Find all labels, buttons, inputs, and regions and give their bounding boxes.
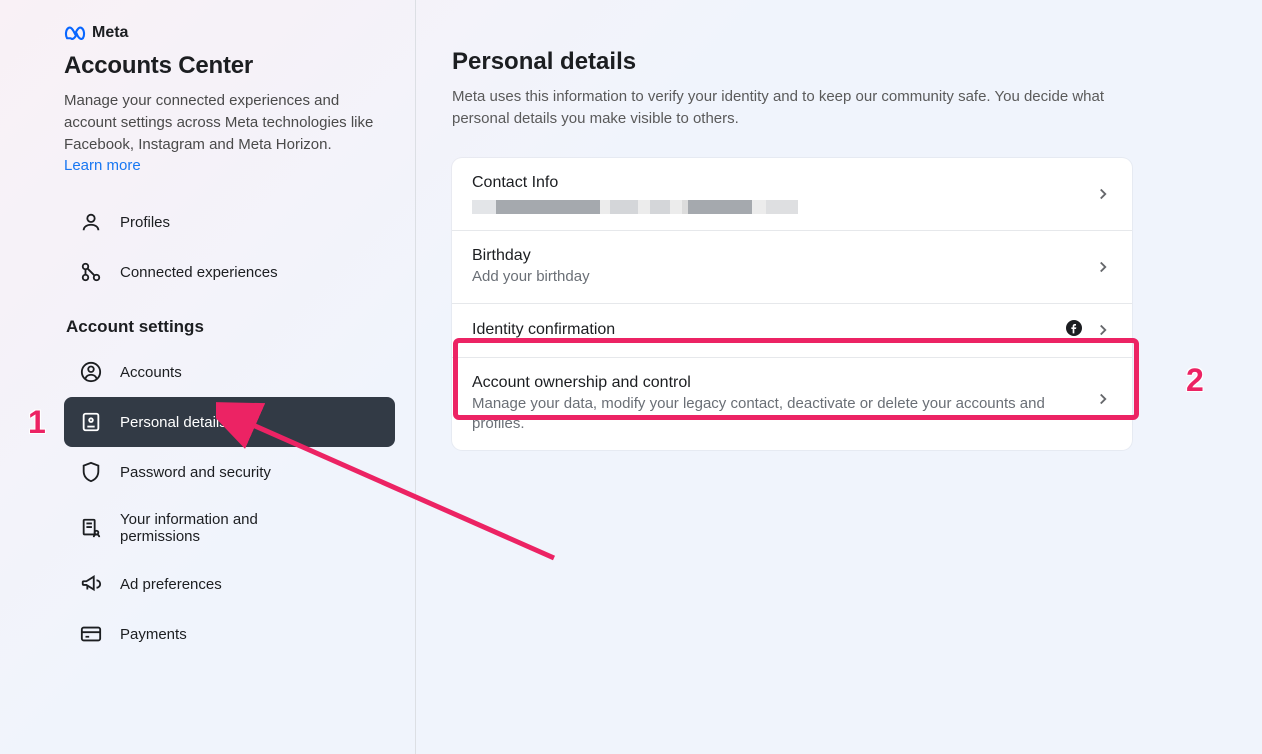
section-heading-account-settings: Account settings bbox=[66, 317, 395, 337]
annotation-number-2: 2 bbox=[1186, 362, 1204, 399]
details-card: Contact Info Birthday Add your birthday bbox=[452, 158, 1132, 451]
account-circle-icon bbox=[80, 361, 102, 383]
sidebar-item-label: Personal details bbox=[120, 414, 227, 431]
main-content: Personal details Meta uses this informat… bbox=[416, 0, 1262, 754]
row-account-ownership[interactable]: Account ownership and control Manage you… bbox=[452, 358, 1132, 451]
chevron-right-icon bbox=[1094, 321, 1112, 339]
megaphone-icon bbox=[80, 573, 102, 595]
sidebar-item-label: Profiles bbox=[120, 214, 170, 231]
redacted-content bbox=[472, 200, 1094, 214]
document-person-icon bbox=[80, 517, 102, 539]
sidebar: Meta Accounts Center Manage your connect… bbox=[0, 0, 416, 754]
facebook-icon bbox=[1066, 320, 1082, 341]
row-title: Account ownership and control bbox=[472, 374, 1094, 392]
row-birthday[interactable]: Birthday Add your birthday bbox=[452, 231, 1132, 304]
row-title: Birthday bbox=[472, 247, 1094, 265]
sidebar-item-label: Payments bbox=[120, 626, 187, 643]
sidebar-item-accounts[interactable]: Accounts bbox=[64, 347, 395, 397]
sidebar-item-label: Connected experiences bbox=[120, 264, 278, 281]
row-identity-confirmation[interactable]: Identity confirmation bbox=[452, 304, 1132, 358]
chevron-right-icon bbox=[1094, 258, 1112, 276]
sidebar-item-label: Accounts bbox=[120, 364, 182, 381]
credit-card-icon bbox=[80, 623, 102, 645]
meta-logo-icon bbox=[64, 22, 86, 44]
page-description: Meta uses this information to verify you… bbox=[452, 86, 1132, 130]
sidebar-item-payments[interactable]: Payments bbox=[64, 609, 395, 659]
id-card-icon bbox=[80, 411, 102, 433]
row-title: Contact Info bbox=[472, 174, 1094, 192]
sidebar-item-password-security[interactable]: Password and security bbox=[64, 447, 395, 497]
row-subtitle: Manage your data, modify your legacy con… bbox=[472, 394, 1094, 435]
shield-icon bbox=[80, 461, 102, 483]
sidebar-item-ad-preferences[interactable]: Ad preferences bbox=[64, 559, 395, 609]
brand: Meta bbox=[64, 22, 395, 44]
sidebar-item-label: Ad preferences bbox=[120, 576, 222, 593]
chevron-right-icon bbox=[1094, 390, 1112, 408]
sidebar-item-profiles[interactable]: Profiles bbox=[64, 197, 395, 247]
sidebar-description: Manage your connected experiences and ac… bbox=[64, 90, 395, 155]
sidebar-title: Accounts Center bbox=[64, 52, 395, 80]
sidebar-item-connected[interactable]: Connected experiences bbox=[64, 247, 395, 297]
row-subtitle: Add your birthday bbox=[472, 267, 1094, 287]
person-icon bbox=[80, 211, 102, 233]
brand-name: Meta bbox=[92, 24, 128, 42]
chevron-right-icon bbox=[1094, 185, 1112, 203]
row-contact-info[interactable]: Contact Info bbox=[452, 158, 1132, 231]
page-title: Personal details bbox=[452, 48, 1226, 76]
nodes-icon bbox=[80, 261, 102, 283]
sidebar-item-personal-details[interactable]: Personal details bbox=[64, 397, 395, 447]
sidebar-item-label: Your information and permissions bbox=[120, 511, 300, 545]
sidebar-item-label: Password and security bbox=[120, 464, 271, 481]
row-title: Identity confirmation bbox=[472, 321, 1066, 339]
learn-more-link[interactable]: Learn more bbox=[64, 157, 141, 174]
sidebar-item-info-permissions[interactable]: Your information and permissions bbox=[64, 497, 395, 559]
